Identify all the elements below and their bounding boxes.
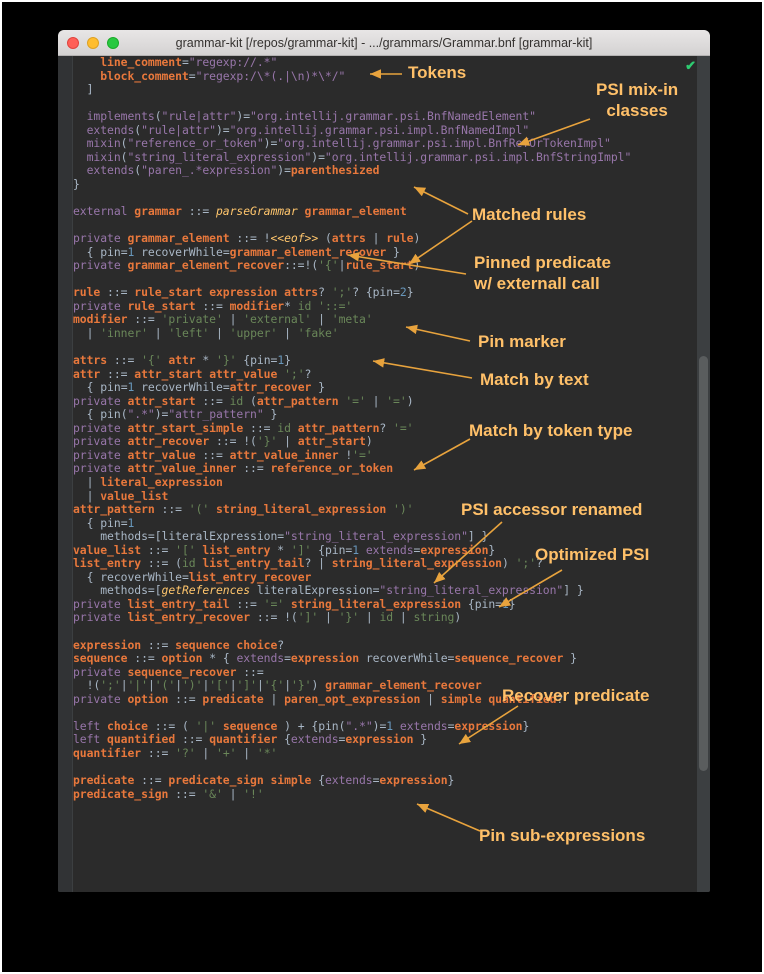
annotation-arrows — [347, 69, 591, 832]
screenshot-root: grammar-kit [/repos/grammar-kit] - .../g… — [0, 0, 764, 974]
